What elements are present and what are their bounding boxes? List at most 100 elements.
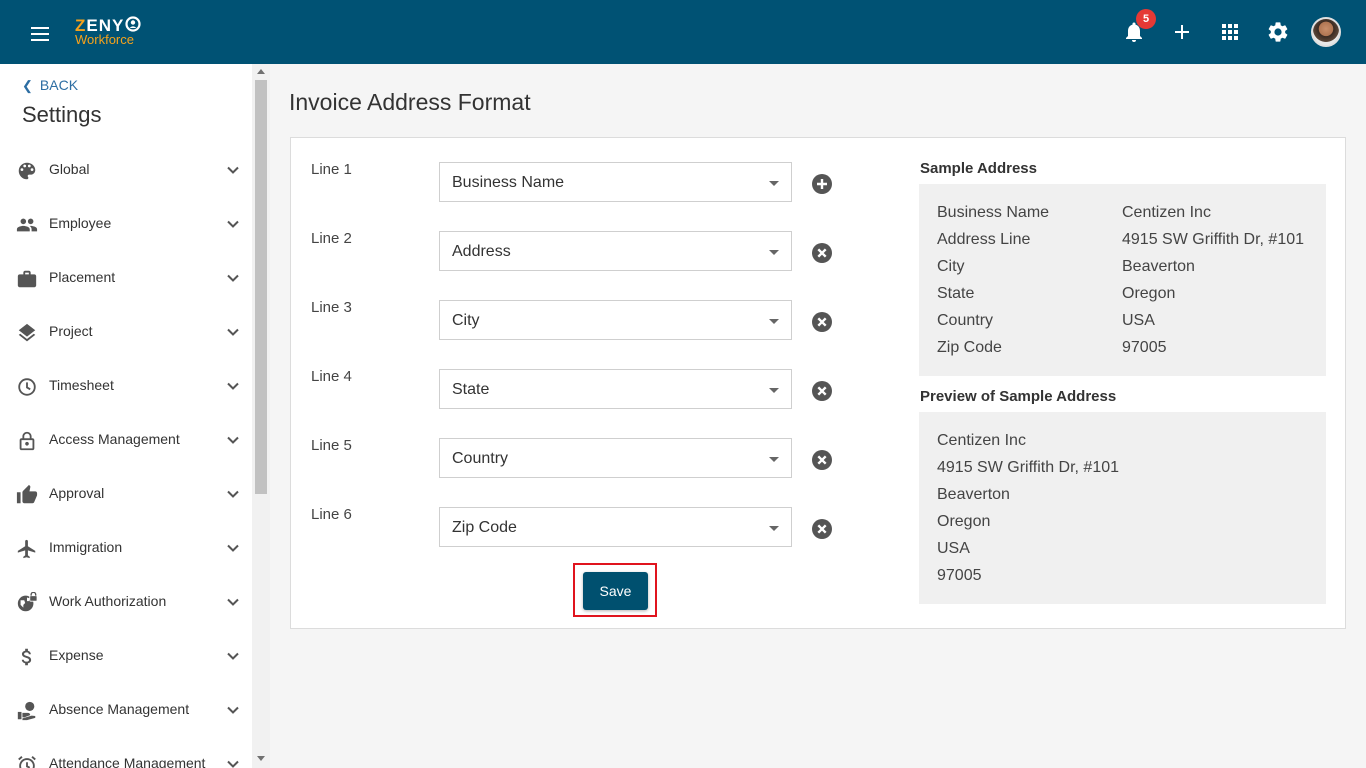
sidebar-item-access-management[interactable]: Access Management	[0, 414, 252, 468]
preview-line: Beaverton	[937, 486, 1010, 503]
plus-icon[interactable]	[1170, 20, 1194, 44]
dropdown-caret-icon	[769, 181, 779, 186]
line-label: Line 5	[311, 437, 352, 454]
sidebar-item-label: Expense	[49, 647, 104, 663]
sample-key: City	[937, 258, 965, 275]
chevron-down-icon	[227, 382, 239, 390]
preview-line: USA	[937, 540, 970, 557]
invoice-address-card: Line 1 Business Name Line 2 Address Line…	[290, 137, 1346, 629]
line-6-select[interactable]: Zip Code	[439, 507, 792, 547]
line-label: Line 3	[311, 299, 352, 316]
logo[interactable]: ZENY Workforce	[75, 16, 155, 50]
sidebar-item-immigration[interactable]: Immigration	[0, 522, 252, 576]
chevron-down-icon	[227, 544, 239, 552]
sidebar-item-label: Attendance Management	[49, 755, 206, 768]
top-app-bar: ZENY Workforce 5	[0, 0, 1366, 64]
line-label: Line 2	[311, 230, 352, 247]
gear-icon[interactable]	[1266, 20, 1290, 44]
sidebar-scrollbar[interactable]	[252, 64, 270, 768]
chevron-left-icon: ❮	[22, 78, 33, 93]
dollar-icon	[21, 648, 32, 666]
thumbs-up-icon	[16, 484, 38, 504]
sidebar-item-work-authorization[interactable]: Work Authorization	[0, 576, 252, 630]
sample-value: Beaverton	[1122, 258, 1195, 275]
chevron-down-icon	[227, 760, 239, 768]
sidebar-item-label: Timesheet	[49, 377, 114, 393]
remove-line-icon[interactable]	[811, 449, 833, 471]
chevron-down-icon	[227, 598, 239, 606]
line-label: Line 4	[311, 368, 352, 385]
sample-address-box: Business Name Centizen Inc Address Line …	[919, 184, 1326, 376]
add-line-icon[interactable]	[811, 173, 833, 195]
sample-value: 4915 SW Griffith Dr, #101	[1122, 231, 1305, 248]
remove-line-icon[interactable]	[811, 518, 833, 540]
sample-key: State	[937, 285, 975, 302]
sidebar-item-label: Absence Management	[49, 701, 190, 717]
line-2-select[interactable]: Address	[439, 231, 792, 271]
remove-line-icon[interactable]	[811, 311, 833, 333]
scroll-down-arrow-icon[interactable]	[257, 756, 265, 761]
preview-line: 97005	[937, 567, 982, 584]
line-1-select[interactable]: Business Name	[439, 162, 792, 202]
line-4-select[interactable]: State	[439, 369, 792, 409]
preview-address-box: Centizen Inc 4915 SW Griffith Dr, #101 B…	[919, 412, 1326, 604]
preview-line: Oregon	[937, 513, 991, 530]
line-5-select[interactable]: Country	[439, 438, 792, 478]
sidebar-item-label: Employee	[49, 215, 112, 231]
sidebar-item-expense[interactable]: Expense	[0, 630, 252, 684]
sidebar-item-attendance-management[interactable]: Attendance Management	[0, 738, 252, 768]
notification-badge: 5	[1136, 9, 1156, 29]
sample-key: Business Name	[937, 204, 1050, 221]
back-link[interactable]: ❮ BACK	[22, 77, 78, 94]
chevron-down-icon	[227, 274, 239, 282]
preview-line: Centizen Inc	[937, 432, 1026, 449]
sidebar-item-label: Placement	[49, 269, 116, 285]
clock-icon	[18, 378, 36, 396]
remove-line-icon[interactable]	[811, 380, 833, 402]
sidebar-item-approval[interactable]: Approval	[0, 468, 252, 522]
chevron-down-icon	[227, 166, 239, 174]
chevron-down-icon	[227, 652, 239, 660]
globe-lock-icon	[17, 592, 38, 612]
save-button[interactable]: Save	[583, 572, 648, 610]
sidebar-item-employee[interactable]: Employee	[0, 198, 252, 252]
sample-key: Zip Code	[937, 339, 1002, 356]
apps-grid-icon[interactable]	[1218, 20, 1242, 44]
line-label: Line 1	[311, 161, 352, 178]
sample-value: Oregon	[1122, 285, 1176, 302]
person-leave-icon	[17, 701, 36, 721]
layers-icon	[18, 323, 36, 342]
palette-icon	[18, 162, 36, 180]
chevron-down-icon	[227, 706, 239, 714]
sidebar-item-label: Access Management	[49, 431, 180, 447]
lock-icon	[19, 431, 35, 451]
chevron-down-icon	[227, 328, 239, 336]
sidebar-item-label: Global	[49, 161, 90, 177]
remove-line-icon[interactable]	[811, 242, 833, 264]
sidebar-item-label: Immigration	[49, 539, 123, 555]
menu-icon[interactable]	[28, 22, 52, 42]
sample-value: 97005	[1122, 339, 1167, 356]
sidebar-item-project[interactable]: Project	[0, 306, 252, 360]
sidebar-item-label: Project	[49, 323, 93, 339]
sample-address-title: Sample Address	[920, 160, 1037, 177]
settings-sidebar: ❮ BACK Settings Global Employee Placement…	[0, 64, 270, 768]
sidebar-item-placement[interactable]: Placement	[0, 252, 252, 306]
scroll-thumb[interactable]	[255, 80, 267, 494]
sidebar-item-timesheet[interactable]: Timesheet	[0, 360, 252, 414]
sample-value: Centizen Inc	[1122, 204, 1211, 221]
page-title: Invoice Address Format	[289, 89, 531, 115]
line-3-select[interactable]: City	[439, 300, 792, 340]
sidebar-item-global[interactable]: Global	[0, 144, 252, 198]
chevron-down-icon	[227, 436, 239, 444]
preview-line: 4915 SW Griffith Dr, #101	[937, 459, 1120, 476]
scroll-up-arrow-icon[interactable]	[257, 69, 265, 74]
sidebar-item-absence-management[interactable]: Absence Management	[0, 684, 252, 738]
avatar[interactable]	[1311, 17, 1341, 47]
sample-value: USA	[1122, 312, 1155, 329]
people-icon	[16, 218, 38, 232]
sidebar-item-label: Work Authorization	[49, 593, 167, 609]
dropdown-caret-icon	[769, 388, 779, 393]
sample-key: Country	[937, 312, 994, 329]
sidebar-item-label: Approval	[49, 485, 105, 501]
